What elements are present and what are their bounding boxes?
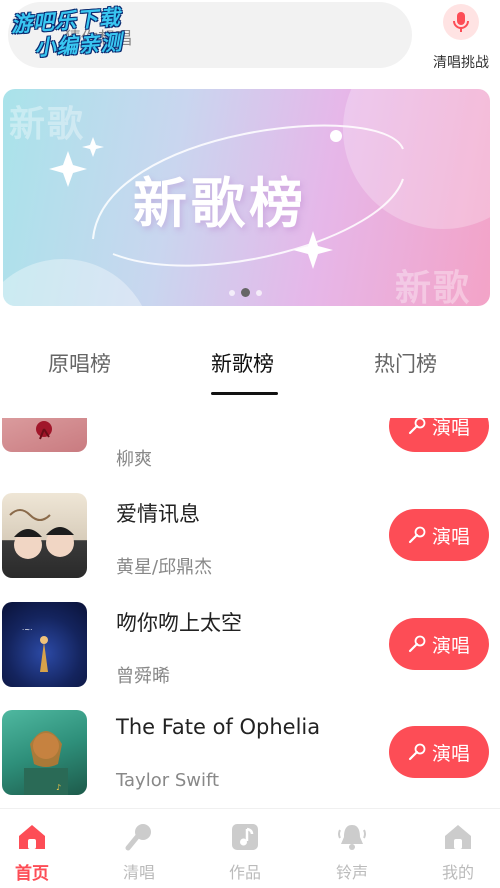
header: 猜你想唱 游吧乐下载 小编亲测 清唱挑战: [0, 0, 500, 80]
song-artist: 曾舜晞: [116, 666, 170, 687]
sing-button[interactable]: 演唱: [389, 509, 489, 561]
solo-challenge-button[interactable]: 清唱挑战: [428, 2, 494, 72]
profile-home-icon: [442, 821, 474, 853]
song-list[interactable]: 柳爽 演唱 爱情讯息 黄星/邱鼎杰 演唱 ·~· 吻你吻上太空 曾舜晞 演唱 ♪…: [0, 418, 500, 808]
microphone-icon: [443, 4, 479, 40]
svg-text:·~·: ·~·: [22, 626, 32, 634]
sing-button[interactable]: 演唱: [389, 618, 489, 670]
list-item[interactable]: 柳爽 演唱: [0, 418, 500, 470]
tab-original-chart[interactable]: 原唱榜: [48, 348, 111, 378]
nav-ringtones[interactable]: 铃声: [322, 821, 382, 883]
microphone-icon: [408, 418, 426, 435]
list-item[interactable]: 爱情讯息 黄星/邱鼎杰 演唱: [0, 493, 500, 601]
bottom-nav: 首页 清唱 作品 铃声 我的: [0, 808, 500, 888]
bell-icon: [336, 821, 368, 853]
song-artist: Taylor Swift: [116, 770, 220, 791]
album-art: ♪: [24, 731, 68, 795]
sing-button[interactable]: 演唱: [389, 726, 489, 778]
microphone-icon: [123, 821, 155, 853]
tab-new-songs-chart[interactable]: 新歌榜: [211, 348, 274, 378]
nav-solo-sing[interactable]: 清唱: [109, 821, 169, 883]
sing-button[interactable]: 演唱: [389, 418, 489, 452]
sing-button-label: 演唱: [431, 742, 470, 765]
banner-ghost-text: 新歌: [9, 104, 86, 145]
song-artist: 黄星/邱鼎杰: [116, 557, 213, 578]
nav-label: 铃声: [335, 863, 368, 882]
sing-button-label: 演唱: [431, 634, 470, 657]
album-cover: [2, 418, 87, 452]
song-artist: 柳爽: [116, 449, 152, 470]
microphone-icon: [408, 635, 426, 653]
carousel-dot[interactable]: [229, 289, 235, 296]
solo-challenge-label: 清唱挑战: [433, 55, 489, 71]
album-art: ·~·: [22, 626, 48, 672]
nav-label: 清唱: [122, 863, 155, 882]
svg-text:♪: ♪: [56, 783, 61, 792]
sing-button-label: 演唱: [431, 525, 470, 548]
album-art: [9, 509, 74, 559]
watermark-logo: 游吧乐下载 小编亲测: [10, 3, 154, 71]
music-note-icon: [229, 821, 261, 853]
carousel-dots: [229, 288, 262, 297]
album-cover: [2, 493, 87, 578]
list-item[interactable]: ♪ The Fate of Ophelia Taylor Swift 演唱: [0, 710, 500, 808]
song-title: 吻你吻上太空: [116, 611, 242, 635]
microphone-icon: [408, 526, 426, 544]
album-cover: ♪: [2, 710, 87, 795]
sing-button-label: 演唱: [431, 418, 470, 439]
tab-indicator: [211, 392, 278, 395]
nav-profile[interactable]: 我的: [428, 821, 488, 883]
rose-illustration: [36, 421, 52, 440]
song-title: The Fate of Ophelia: [116, 715, 321, 739]
nav-home[interactable]: 首页: [2, 821, 62, 884]
nav-works[interactable]: 作品: [215, 821, 275, 883]
song-title: 爱情讯息: [116, 502, 200, 526]
nav-label: 首页: [15, 864, 49, 884]
nav-label: 我的: [441, 863, 474, 882]
carousel-dot-active[interactable]: [241, 288, 250, 297]
album-cover: ·~·: [2, 602, 87, 687]
microphone-icon: [408, 743, 426, 761]
banner-carousel[interactable]: 新歌 新歌 新歌榜: [3, 89, 490, 306]
carousel-dot[interactable]: [256, 289, 262, 296]
banner-ghost-text: 新歌: [395, 268, 472, 306]
tab-hot-chart[interactable]: 热门榜: [374, 348, 437, 378]
chart-tabs: 原唱榜 新歌榜 热门榜: [0, 330, 500, 400]
banner-title: 新歌榜: [133, 172, 307, 235]
list-item[interactable]: ·~· 吻你吻上太空 曾舜晞 演唱: [0, 602, 500, 710]
home-icon: [16, 821, 48, 853]
nav-label: 作品: [228, 863, 261, 882]
